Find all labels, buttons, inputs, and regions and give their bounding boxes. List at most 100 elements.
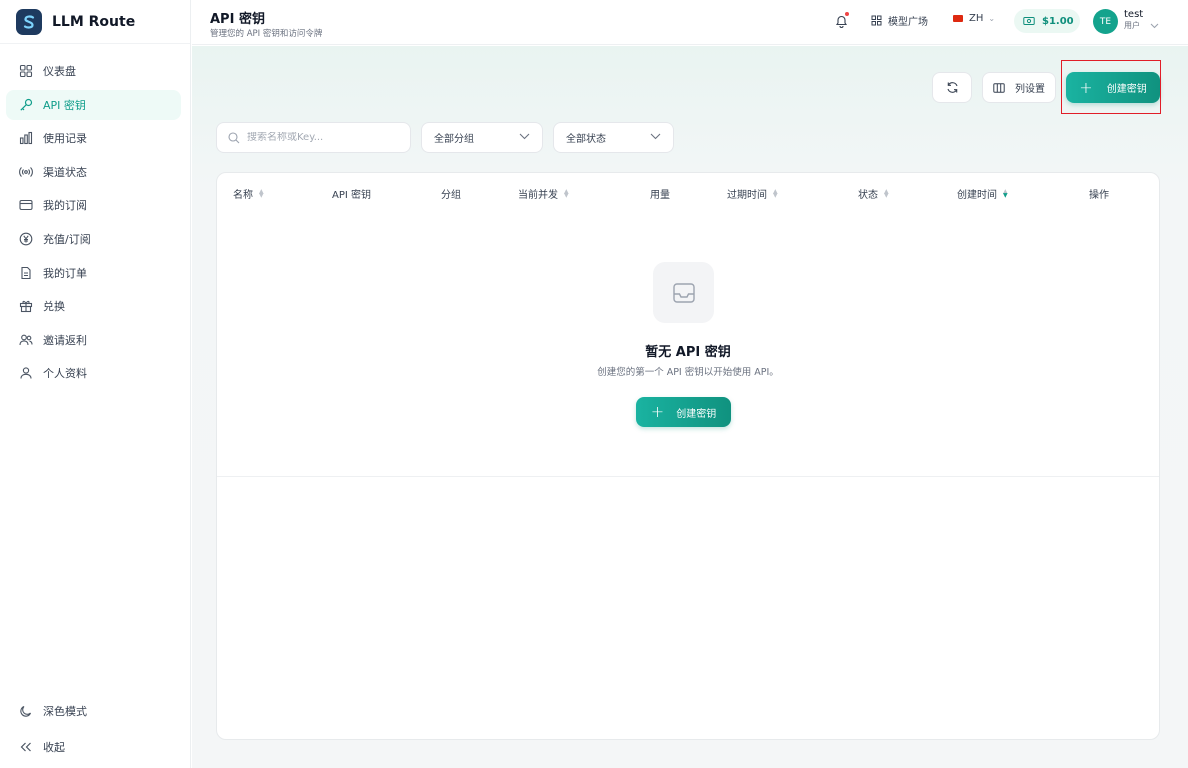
sort-icon: ▲ ▼ xyxy=(259,188,264,199)
create-key-label: 创建密钥 xyxy=(1106,84,1147,95)
model-market-label: 模型广场 xyxy=(888,17,928,28)
chevron-down-icon: ⌄ xyxy=(988,14,996,23)
column-header-usage: 用量 xyxy=(650,186,670,201)
empty-state-title: 暂无 API 密钥 xyxy=(645,345,731,360)
users-icon xyxy=(19,333,33,347)
top-header: API 密钥 管理您的 API 密钥和访问令牌 模型广场 ZH ⌄ $1.00 … xyxy=(192,0,1188,45)
grid-icon xyxy=(871,15,882,26)
empty-inbox-icon xyxy=(653,262,714,323)
key-icon xyxy=(19,98,33,112)
sort-icon: ▲ ▼ xyxy=(773,188,778,199)
sidebar-item-api-keys[interactable]: API 密钥 xyxy=(6,89,181,120)
user-role: 用户 xyxy=(1124,20,1140,30)
column-header-label: 操作 xyxy=(1089,190,1109,201)
language-label: ZH xyxy=(969,13,984,24)
column-header-name[interactable]: 名称 ▲ ▼ xyxy=(233,186,264,201)
page-subtitle: 管理您的 API 密钥和访问令牌 xyxy=(210,29,323,39)
column-header-label: 分组 xyxy=(441,190,461,201)
status-filter-select[interactable]: 全部状态 xyxy=(553,122,674,153)
column-header-label: 当前并发 xyxy=(518,190,558,201)
sidebar-item-label: 渠道状态 xyxy=(43,165,87,179)
sidebar-item-recharge[interactable]: 充值/订阅 xyxy=(6,224,181,254)
document-icon xyxy=(19,266,33,280)
column-header-label: 用量 xyxy=(650,190,670,201)
sidebar-item-subscriptions[interactable]: 我的订阅 xyxy=(6,190,181,220)
moon-icon xyxy=(19,704,33,718)
create-key-button[interactable]: + 创建密钥 xyxy=(1066,72,1160,103)
create-key-empty-label: 创建密钥 xyxy=(676,408,717,420)
username: test xyxy=(1124,9,1144,20)
sidebar-item-usage[interactable]: 使用记录 xyxy=(6,123,181,153)
sidebar: LLM Route 仪表盘 API 密钥 使用记录 渠道状态 我的订阅 充值/订… xyxy=(0,0,191,768)
app-name: LLM Route xyxy=(52,13,136,30)
sidebar-item-label: 仪表盘 xyxy=(43,65,76,78)
double-chevron-left-icon xyxy=(19,740,33,754)
user-icon xyxy=(19,366,33,380)
main-content: 列设置 + 创建密钥 全部分组 全部状态 名称 ▲▼ API 密钥 分组 当前并发… xyxy=(192,46,1188,768)
notification-badge xyxy=(844,11,850,17)
column-header-created[interactable]: 创建时间 ▲ ▼ xyxy=(957,186,1008,201)
column-header-expires[interactable]: 过期时间 ▲ ▼ xyxy=(727,186,778,201)
search-input[interactable] xyxy=(247,132,397,143)
user-menu[interactable]: test 用户 xyxy=(1124,9,1143,30)
status-filter-value: 全部状态 xyxy=(566,134,606,145)
divider xyxy=(217,476,1159,477)
sidebar-item-label: 我的订单 xyxy=(43,266,87,280)
page-title: API 密钥 xyxy=(210,12,265,27)
language-selector[interactable]: ZH ⌄ xyxy=(953,13,995,24)
refresh-button[interactable] xyxy=(932,72,972,103)
sidebar-item-label: 兑换 xyxy=(43,300,65,314)
sidebar-item-redeem[interactable]: 兑换 xyxy=(6,291,181,321)
column-settings-label: 列设置 xyxy=(1015,84,1045,95)
create-key-empty-button[interactable]: + 创建密钥 xyxy=(636,397,731,427)
brand[interactable]: LLM Route xyxy=(0,0,190,44)
sidebar-item-profile[interactable]: 个人资料 xyxy=(6,358,181,388)
model-market-link[interactable]: 模型广场 xyxy=(871,13,928,28)
sidebar-item-referral[interactable]: 邀请返利 xyxy=(6,325,181,355)
search-icon xyxy=(228,131,240,143)
empty-state-description: 创建您的第一个 API 密钥以开始使用 API。 xyxy=(597,367,779,378)
sort-icon: ▲ ▼ xyxy=(1003,188,1008,199)
column-header-group: 分组 xyxy=(441,186,461,201)
sidebar-item-channel-status[interactable]: 渠道状态 xyxy=(6,157,181,187)
group-filter-select[interactable]: 全部分组 xyxy=(421,122,543,153)
sidebar-bottom: 深色模式 收起 xyxy=(0,696,191,768)
column-header-actions: 操作 xyxy=(1089,186,1109,201)
notifications-button[interactable] xyxy=(832,11,850,30)
plus-icon: + xyxy=(1079,77,1093,97)
sidebar-item-orders[interactable]: 我的订单 xyxy=(6,258,181,288)
sidebar-item-dashboard[interactable]: 仪表盘 xyxy=(6,56,181,86)
column-header-concurrency[interactable]: 当前并发 ▲ ▼ xyxy=(518,186,569,201)
avatar[interactable]: TE xyxy=(1093,9,1118,34)
column-header-status[interactable]: 状态 ▲ ▼ xyxy=(858,186,889,201)
sort-icon: ▲ ▼ xyxy=(564,188,569,199)
balance-amount: $1.00 xyxy=(1042,15,1074,27)
chevron-down-icon[interactable] xyxy=(1150,14,1159,33)
sidebar-item-label: 充值/订阅 xyxy=(43,232,91,246)
sidebar-item-label: 邀请返利 xyxy=(43,333,87,347)
cash-icon xyxy=(1023,16,1035,26)
sidebar-nav: 仪表盘 API 密钥 使用记录 渠道状态 我的订阅 充值/订阅 我的订单 兑换 xyxy=(0,44,190,388)
column-header-api-key: API 密钥 xyxy=(332,186,371,201)
balance-badge[interactable]: $1.00 xyxy=(1014,9,1080,33)
sidebar-item-label: API 密钥 xyxy=(43,98,86,112)
table-header: 名称 ▲ ▼ API 密钥 分组 当前并发 ▲ ▼ 用量 过期时间 ▲ ▼ 状态 ▲ ▼ 创建时… xyxy=(217,173,1159,214)
bar-chart-icon xyxy=(19,131,33,145)
dark-mode-toggle[interactable]: 深色模式 xyxy=(6,696,182,726)
api-keys-table: 名称 ▲ ▼ API 密钥 分组 当前并发 ▲ ▼ 用量 过期时间 ▲ ▼ 状态 ▲ ▼ 创建时… xyxy=(216,172,1160,740)
column-settings-button[interactable]: 列设置 xyxy=(982,72,1056,103)
column-header-label: 名称 xyxy=(233,190,253,201)
collapse-sidebar-button[interactable]: 收起 xyxy=(6,732,182,762)
card-icon xyxy=(19,198,33,212)
group-filter-value: 全部分组 xyxy=(434,134,474,145)
gift-icon xyxy=(19,299,33,313)
column-header-label: API 密钥 xyxy=(332,190,371,201)
sort-icon: ▲ ▼ xyxy=(884,188,889,199)
sidebar-item-label: 个人资料 xyxy=(43,367,87,381)
dashboard-icon xyxy=(19,64,33,78)
plus-icon: + xyxy=(650,402,665,421)
sidebar-item-label: 我的订阅 xyxy=(43,199,87,213)
search-box[interactable] xyxy=(216,122,411,153)
column-header-label: 过期时间 xyxy=(727,190,767,201)
china-flag-icon xyxy=(953,15,963,22)
